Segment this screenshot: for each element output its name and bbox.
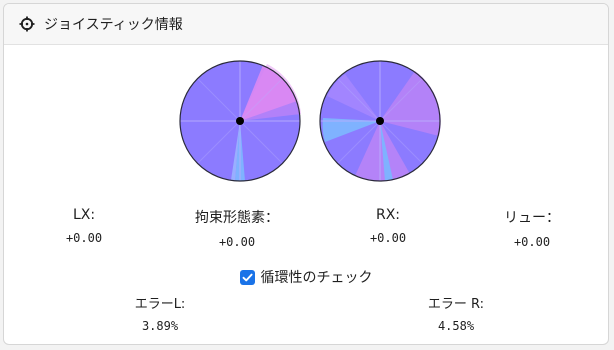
right-stick-circularity bbox=[315, 56, 445, 186]
value-number: +0.00 bbox=[65, 231, 103, 245]
error-label: エラーL: bbox=[134, 297, 186, 312]
circularity-check-row[interactable]: 循環性のチェック bbox=[4, 267, 608, 287]
panel-title: ジョイスティック情報 bbox=[44, 17, 183, 33]
panel-header: ジョイスティック情報 bbox=[4, 4, 608, 45]
value-ly: 拘束形態素： +0.00 bbox=[177, 207, 297, 249]
value-ry: リュー： +0.00 bbox=[472, 207, 592, 249]
left-stick-circularity bbox=[175, 56, 305, 186]
crosshair-icon bbox=[18, 15, 36, 33]
error-value: 3.89% bbox=[141, 319, 179, 333]
error-left: エラーL: 3.89% bbox=[100, 293, 220, 333]
value-label: リュー： bbox=[504, 210, 560, 226]
error-value: 4.58% bbox=[437, 319, 475, 333]
circularity-checkbox[interactable] bbox=[239, 269, 255, 285]
circularity-check-label: 循環性のチェック bbox=[260, 270, 373, 286]
value-number: +0.00 bbox=[369, 231, 407, 245]
value-label: 拘束形態素： bbox=[195, 210, 279, 226]
joystick-info-panel: ジョイスティック情報 LX: +0.00 拘束形態素： +0.00 RX: +0… bbox=[3, 3, 609, 345]
value-lx: LX: +0.00 bbox=[24, 207, 144, 245]
value-label: LX: bbox=[72, 207, 96, 223]
checkmark-icon bbox=[242, 273, 253, 281]
error-label: エラー R: bbox=[427, 297, 485, 312]
error-right: エラー R: 4.58% bbox=[396, 293, 516, 333]
value-rx: RX: +0.00 bbox=[328, 207, 448, 245]
value-number: +0.00 bbox=[218, 235, 256, 249]
value-label: RX: bbox=[375, 207, 401, 223]
value-number: +0.00 bbox=[513, 235, 551, 249]
